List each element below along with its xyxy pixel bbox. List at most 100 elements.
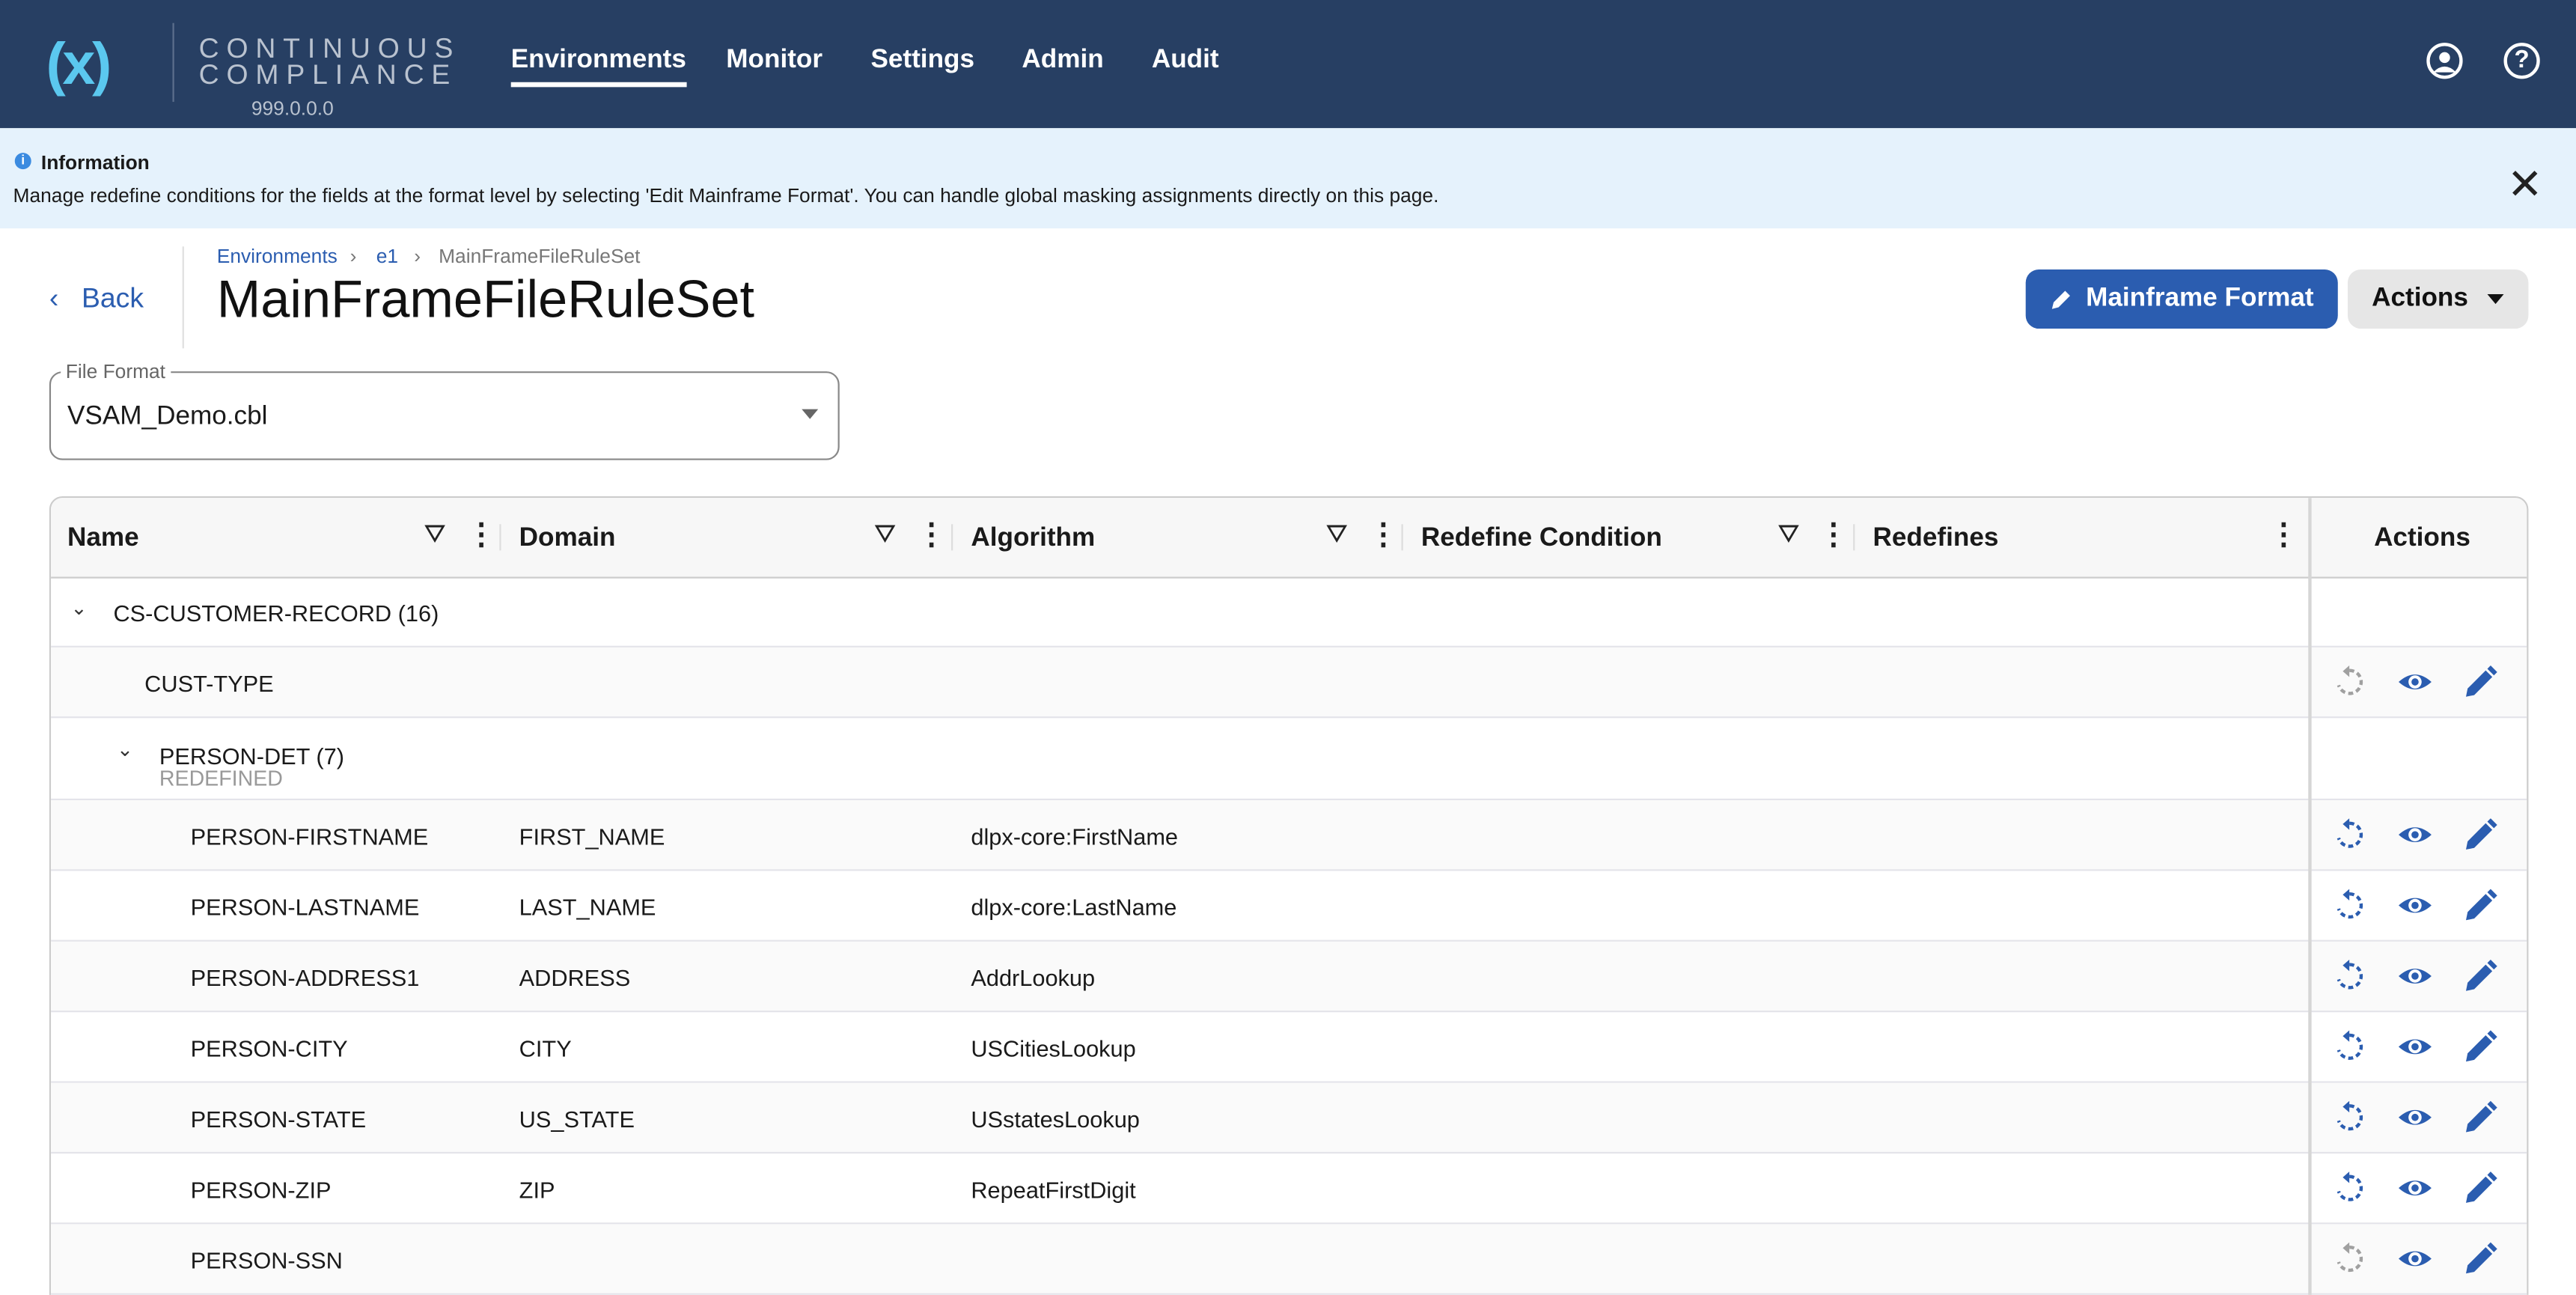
column-divider[interactable] bbox=[499, 524, 501, 550]
reset-icon[interactable] bbox=[2331, 664, 2367, 700]
reset-icon[interactable] bbox=[2331, 1240, 2367, 1276]
table-row-group: ⌄ CS-CUSTOMER-RECORD (16) bbox=[51, 577, 2528, 648]
view-eye-icon[interactable] bbox=[2397, 1240, 2433, 1276]
column-header-redefines[interactable]: Redefines bbox=[1873, 524, 1999, 554]
edit-pencil-icon[interactable] bbox=[2463, 887, 2499, 923]
field-name: PERSON-FIRSTNAME bbox=[191, 823, 429, 850]
group-name: CS-CUSTOMER-RECORD (16) bbox=[113, 600, 439, 626]
edit-pencil-icon[interactable] bbox=[2463, 1240, 2499, 1276]
filter-icon[interactable]: ⛛ bbox=[874, 521, 897, 551]
view-eye-icon[interactable] bbox=[2397, 958, 2433, 994]
field-name: PERSON-SSN bbox=[191, 1247, 343, 1273]
column-menu-icon[interactable]: ⋮ bbox=[1369, 517, 1399, 552]
field-domain: US_STATE bbox=[519, 1106, 635, 1132]
chevron-down-icon[interactable]: ⌄ bbox=[70, 597, 87, 620]
edit-pencil-icon[interactable] bbox=[2463, 664, 2499, 700]
table-row-subgroup: ⌄ PERSON-DET (7) REDEFINED bbox=[51, 718, 2528, 800]
nav-environments[interactable]: Environments bbox=[511, 46, 686, 87]
nav-monitor[interactable]: Monitor bbox=[726, 46, 822, 76]
column-menu-icon[interactable]: ⋮ bbox=[1819, 517, 1849, 552]
breadcrumb-environments[interactable]: Environments bbox=[217, 245, 338, 268]
edit-pencil-icon[interactable] bbox=[2463, 1029, 2499, 1064]
info-icon: i bbox=[15, 153, 31, 169]
table-row: PERSON-ADDRESS1 ADDRESS AddrLookup bbox=[51, 942, 2528, 1012]
field-domain: FIRST_NAME bbox=[519, 823, 665, 850]
edit-pencil-icon[interactable] bbox=[2463, 817, 2499, 853]
back-button[interactable]: ‹ Back bbox=[49, 283, 144, 316]
dropdown-arrow-icon[interactable] bbox=[802, 409, 818, 419]
mainframe-format-label: Mainframe Format bbox=[2086, 284, 2313, 314]
info-title: Information bbox=[41, 151, 150, 174]
filter-icon[interactable]: ⛛ bbox=[1326, 521, 1349, 551]
filter-icon[interactable]: ⛛ bbox=[424, 521, 446, 551]
nav-settings[interactable]: Settings bbox=[870, 46, 974, 76]
file-format-value: VSAM_Demo.cbl bbox=[67, 403, 267, 433]
mainframe-format-button[interactable]: Mainframe Format bbox=[2026, 269, 2338, 329]
column-header-redefine-condition[interactable]: Redefine Condition bbox=[1421, 524, 1662, 554]
field-algorithm: AddrLookup bbox=[971, 965, 1095, 991]
column-divider[interactable] bbox=[1853, 524, 1855, 550]
breadcrumb-e1[interactable]: e1 bbox=[376, 245, 398, 268]
pencil-icon bbox=[2050, 287, 2073, 311]
chevron-left-icon: ‹ bbox=[49, 283, 58, 314]
column-menu-icon[interactable]: ⋮ bbox=[2269, 517, 2299, 552]
view-eye-icon[interactable] bbox=[2397, 664, 2433, 700]
table-header: Name ⛛ ⋮ Domain ⛛ ⋮ Algorithm ⛛ ⋮ Redefi… bbox=[51, 498, 2528, 579]
back-label: Back bbox=[82, 283, 144, 314]
field-algorithm: USstatesLookup bbox=[971, 1106, 1140, 1132]
actions-column-divider bbox=[2308, 498, 2311, 1295]
table-row: CUST-TYPE bbox=[51, 648, 2528, 718]
chevron-down-icon[interactable]: ⌄ bbox=[117, 738, 133, 761]
breadcrumb-current: MainFrameFileRuleSet bbox=[439, 245, 640, 268]
file-format-label: File Format bbox=[61, 360, 170, 383]
nav-audit[interactable]: Audit bbox=[1152, 46, 1219, 76]
reset-icon[interactable] bbox=[2331, 1170, 2367, 1206]
table-row: PERSON-FIRSTNAME FIRST_NAME dlpx-core:Fi… bbox=[51, 800, 2528, 871]
field-name: PERSON-ZIP bbox=[191, 1177, 332, 1203]
column-header-name[interactable]: Name bbox=[67, 524, 139, 554]
field-domain: ZIP bbox=[519, 1177, 555, 1203]
reset-icon[interactable] bbox=[2331, 958, 2367, 994]
edit-pencil-icon[interactable] bbox=[2463, 1100, 2499, 1136]
view-eye-icon[interactable] bbox=[2397, 1100, 2433, 1136]
field-algorithm: dlpx-core:LastName bbox=[971, 894, 1176, 920]
reset-icon[interactable] bbox=[2331, 1100, 2367, 1136]
column-divider[interactable] bbox=[1402, 524, 1403, 550]
field-domain: LAST_NAME bbox=[519, 894, 656, 920]
edit-pencil-icon[interactable] bbox=[2463, 1170, 2499, 1206]
field-algorithm: USCitiesLookup bbox=[971, 1035, 1135, 1061]
close-icon[interactable]: ✕ bbox=[2507, 162, 2543, 205]
field-name: PERSON-LASTNAME bbox=[191, 894, 420, 920]
field-name: CUST-TYPE bbox=[144, 671, 273, 697]
view-eye-icon[interactable] bbox=[2397, 1029, 2433, 1064]
table-row: PERSON-ZIP ZIP RepeatFirstDigit bbox=[51, 1154, 2528, 1224]
column-menu-icon[interactable]: ⋮ bbox=[917, 517, 947, 552]
field-name: PERSON-STATE bbox=[191, 1106, 367, 1132]
info-message: Manage redefine conditions for the field… bbox=[13, 184, 1439, 207]
field-domain: CITY bbox=[519, 1035, 572, 1061]
help-icon[interactable]: ? bbox=[2503, 43, 2539, 79]
divider bbox=[183, 246, 184, 348]
field-name: PERSON-ADDRESS1 bbox=[191, 965, 420, 991]
column-header-actions: Actions bbox=[2374, 524, 2470, 554]
edit-pencil-icon[interactable] bbox=[2463, 958, 2499, 994]
column-menu-icon[interactable]: ⋮ bbox=[466, 517, 496, 552]
table-row: PERSON-SSN bbox=[51, 1224, 2528, 1294]
column-divider[interactable] bbox=[951, 524, 953, 550]
filter-icon[interactable]: ⛛ bbox=[1777, 521, 1800, 551]
redefined-label: REDEFINED bbox=[159, 766, 283, 790]
table-row: PERSON-LASTNAME LAST_NAME dlpx-core:Last… bbox=[51, 871, 2528, 941]
reset-icon[interactable] bbox=[2331, 1029, 2367, 1064]
view-eye-icon[interactable] bbox=[2397, 817, 2433, 853]
nav-admin[interactable]: Admin bbox=[1022, 46, 1103, 76]
user-account-icon[interactable] bbox=[2426, 43, 2462, 79]
reset-icon[interactable] bbox=[2331, 817, 2367, 853]
reset-icon[interactable] bbox=[2331, 887, 2367, 923]
column-header-domain[interactable]: Domain bbox=[519, 524, 616, 554]
actions-dropdown-button[interactable]: Actions bbox=[2348, 269, 2528, 329]
actions-label: Actions bbox=[2372, 284, 2468, 314]
column-header-algorithm[interactable]: Algorithm bbox=[971, 524, 1095, 554]
top-navbar: (x) CONTINUOUSCOMPLIANCE 999.0.0.0 Envir… bbox=[0, 0, 2576, 128]
view-eye-icon[interactable] bbox=[2397, 1170, 2433, 1206]
view-eye-icon[interactable] bbox=[2397, 887, 2433, 923]
